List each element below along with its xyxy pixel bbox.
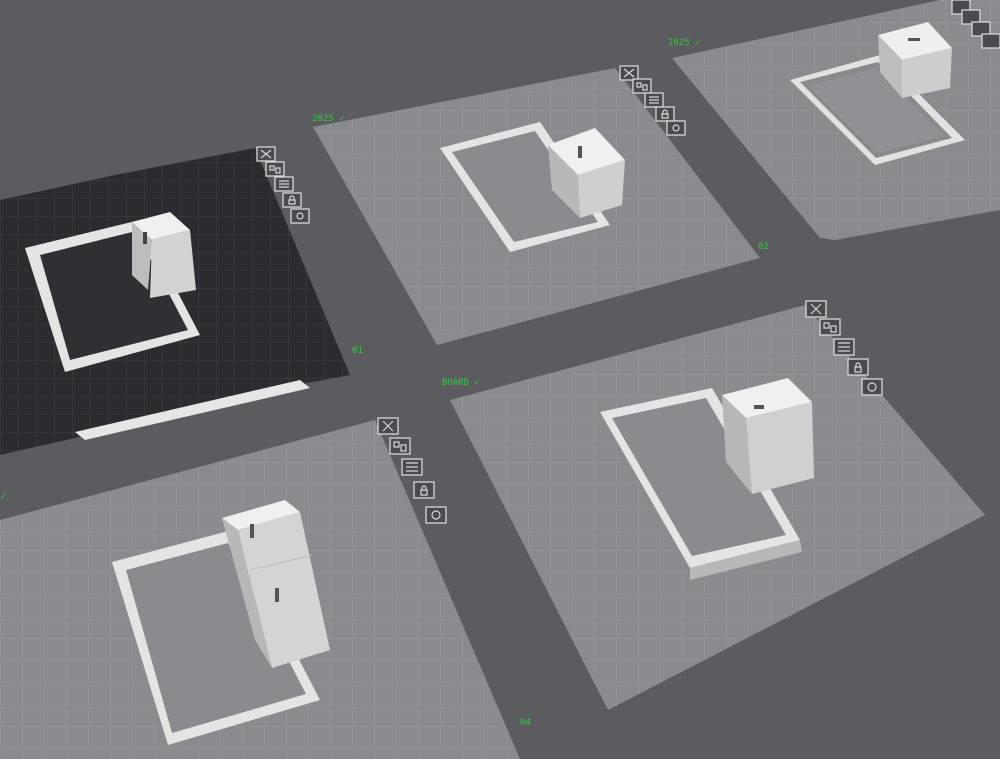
plate-2-close-icon[interactable] <box>619 65 639 81</box>
plate-4-number-label: 04 <box>520 718 531 728</box>
plate-5[interactable]: BOARD ✓ <box>442 300 985 710</box>
plate-3-lock-icon[interactable] <box>981 33 1000 49</box>
plate-3-name-label: 2025 ✓ <box>668 38 701 48</box>
plate-4-lock-icon[interactable] <box>413 481 435 499</box>
plate-4-arrange-icon[interactable] <box>389 437 411 455</box>
plate-1-lock-icon[interactable] <box>282 192 302 208</box>
plate-2-name-label: 2025 ✓ <box>312 114 345 124</box>
plate-2-lock-icon[interactable] <box>655 106 675 122</box>
plate-5-orient-icon[interactable] <box>833 338 855 356</box>
plate-5-settings-icon[interactable] <box>861 378 883 396</box>
plate-1[interactable]: 01 <box>0 146 363 455</box>
build-plate-scene: 2025 ✓ 2025 ✓ 02 01 BOARD ✓ 04 ✓ <box>0 0 1000 759</box>
plate-5-lock-icon[interactable] <box>847 358 869 376</box>
plate-2-orient-icon[interactable] <box>644 92 664 108</box>
plate-1-close-icon[interactable] <box>256 146 276 162</box>
plate-1-settings-icon[interactable] <box>290 208 310 224</box>
plate-1-number-label: 01 <box>352 346 363 356</box>
plate-2[interactable]: 2025 ✓ 02 <box>312 65 769 345</box>
plate-5-name-label: BOARD ✓ <box>442 378 480 388</box>
plate-5-close-icon[interactable] <box>805 300 827 318</box>
plate-5-arrange-icon[interactable] <box>819 318 841 336</box>
plate-1-arrange-icon[interactable] <box>265 161 285 177</box>
plate-2-settings-icon[interactable] <box>666 120 686 136</box>
plate-1-orient-icon[interactable] <box>274 176 294 192</box>
plate-2-arrange-icon[interactable] <box>632 78 652 94</box>
plate-4-close-icon[interactable] <box>377 417 399 435</box>
plate-4-edge-mark: ✓ <box>0 490 7 503</box>
plate-2-number-label: 02 <box>758 242 769 252</box>
plate-4-orient-icon[interactable] <box>401 458 423 476</box>
plate-4[interactable]: 04 ✓ <box>0 417 531 759</box>
plate-4-settings-icon[interactable] <box>425 506 447 524</box>
